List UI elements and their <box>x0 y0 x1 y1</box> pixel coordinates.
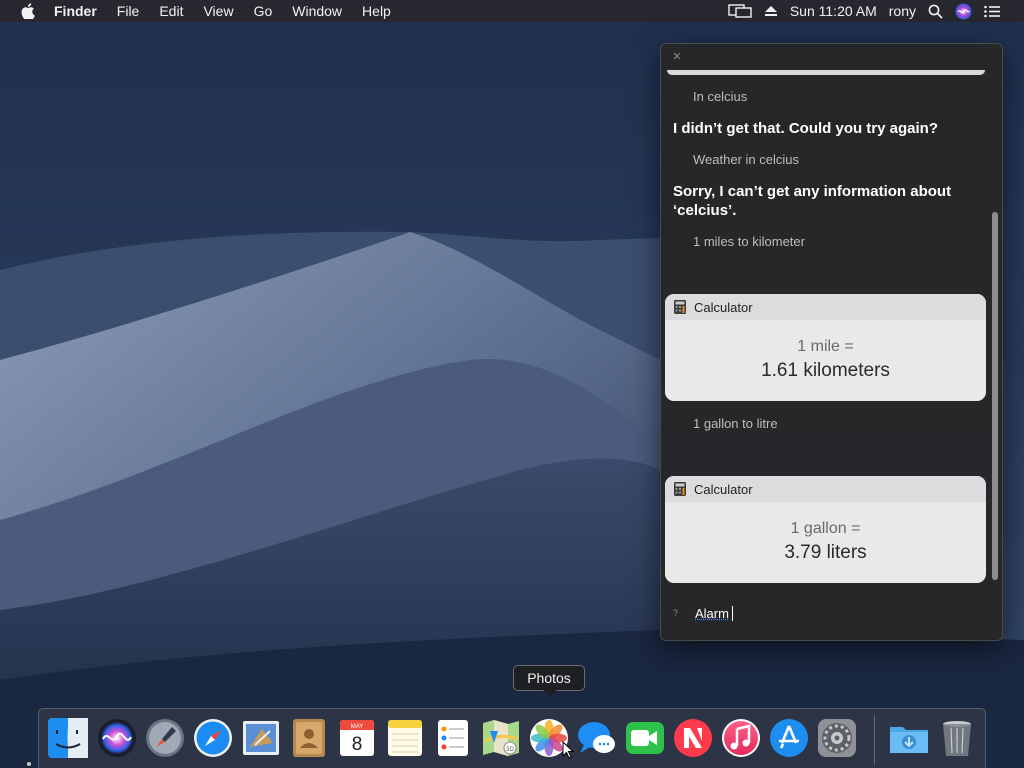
calculator-card-title: Calculator <box>694 300 753 315</box>
menu-window[interactable]: Window <box>282 0 352 22</box>
system-preferences-icon[interactable] <box>816 717 858 759</box>
running-indicator <box>27 762 31 766</box>
menu-view[interactable]: View <box>193 0 243 22</box>
calendar-icon[interactable]: MAY 8 <box>336 717 378 759</box>
siri-icon[interactable] <box>96 717 138 759</box>
notification-center-icon[interactable] <box>978 0 1006 22</box>
calculator-card-title: Calculator <box>694 482 753 497</box>
menu-bar: Finder File Edit View Go Window Help Sun… <box>0 0 1024 22</box>
scrollbar[interactable] <box>992 212 998 580</box>
siri-icon[interactable] <box>949 0 978 22</box>
siri-panel: ✕ In celcius I didn’t get that. Could yo… <box>660 43 1003 641</box>
eject-icon[interactable] <box>758 0 784 22</box>
notes-icon[interactable] <box>384 717 426 759</box>
menu-app-name[interactable]: Finder <box>52 0 107 22</box>
conversion-input: 1 mile = <box>665 338 986 356</box>
siri-reply: I didn’t get that. Could you try again? <box>673 119 973 138</box>
dock-separator <box>874 715 875 765</box>
dock-tooltip: Photos <box>513 665 585 691</box>
itunes-icon[interactable] <box>720 717 762 759</box>
spotlight-search-icon[interactable] <box>922 0 949 22</box>
calculator-card[interactable]: Calculator 1 mile = 1.61 kilometers <box>665 294 986 401</box>
maps-icon[interactable]: 3D <box>480 717 522 759</box>
dock: MAY 8 3D <box>38 708 986 768</box>
siri-input-value[interactable]: Alarm <box>695 606 729 621</box>
calculator-icon <box>674 482 686 496</box>
safari-icon[interactable] <box>192 717 234 759</box>
svg-text:3D: 3D <box>506 747 514 753</box>
apple-menu-icon[interactable] <box>18 0 38 22</box>
calculator-card-header: Calculator <box>665 476 986 502</box>
launchpad-icon[interactable] <box>144 717 186 759</box>
menu-help[interactable]: Help <box>352 0 401 22</box>
downloads-folder-icon[interactable] <box>888 717 930 759</box>
calculator-card[interactable]: Calculator 1 gallon = 3.79 liters <box>665 476 986 583</box>
conversion-input: 1 gallon = <box>665 520 986 538</box>
clock[interactable]: Sun 11:20 AM <box>784 0 883 22</box>
display-mirroring-icon[interactable] <box>722 0 758 22</box>
news-icon[interactable] <box>672 717 714 759</box>
app-store-icon[interactable] <box>768 717 810 759</box>
calendar-day: 8 <box>352 734 363 755</box>
menu-edit[interactable]: Edit <box>149 0 193 22</box>
siri-text-input[interactable]: ? Alarm <box>673 604 733 622</box>
user-query: 1 miles to kilometer <box>693 234 805 249</box>
mouse-cursor-icon <box>562 741 574 759</box>
calendar-month: MAY <box>351 724 364 730</box>
text-caret <box>732 606 733 621</box>
siri-reply: Sorry, I can’t get any information about… <box>673 182 973 220</box>
conversion-result: 3.79 liters <box>665 542 986 564</box>
reminders-icon[interactable] <box>432 717 474 759</box>
previous-card-edge <box>667 70 985 75</box>
trash-icon[interactable] <box>936 717 978 759</box>
contacts-icon[interactable] <box>288 717 330 759</box>
help-icon[interactable]: ? <box>673 608 691 618</box>
calculator-card-header: Calculator <box>665 294 986 320</box>
menu-go[interactable]: Go <box>244 0 283 22</box>
menu-file[interactable]: File <box>107 0 150 22</box>
calculator-icon <box>674 300 686 314</box>
conversion-result: 1.61 kilometers <box>665 360 986 382</box>
user-query: 1 gallon to litre <box>693 416 778 431</box>
messages-icon[interactable] <box>576 717 618 759</box>
close-icon[interactable]: ✕ <box>670 50 684 64</box>
facetime-icon[interactable] <box>624 717 666 759</box>
user-query: Weather in celcius <box>693 152 799 167</box>
user-name[interactable]: rony <box>883 0 922 22</box>
mail-icon[interactable] <box>240 717 282 759</box>
user-query: In celcius <box>693 89 747 104</box>
finder-icon[interactable] <box>47 717 89 759</box>
